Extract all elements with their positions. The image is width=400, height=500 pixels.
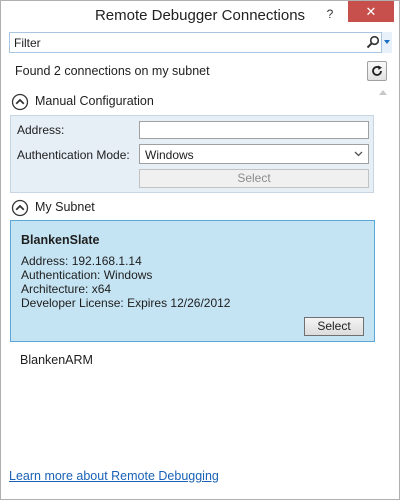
authentication-mode-select[interactable]: Windows	[139, 144, 369, 164]
manual-configuration-header[interactable]: Manual Configuration	[11, 92, 211, 112]
filter-input[interactable]	[10, 33, 360, 52]
authentication-mode-label: Authentication Mode:	[17, 148, 130, 162]
refresh-icon	[372, 65, 382, 76]
manual-select-button[interactable]: Select	[139, 169, 369, 188]
title-bar: Remote Debugger Connections ? ✕	[1, 1, 399, 31]
authentication-mode-value: Windows	[145, 148, 194, 162]
filter-dropdown-button[interactable]	[381, 32, 392, 53]
developer-license-label: Developer License:	[21, 296, 124, 310]
connection-name: BlankenSlate	[21, 233, 100, 247]
connection-address-line: Address: 192.168.1.14	[21, 254, 142, 268]
window-title: Remote Debugger Connections	[94, 7, 306, 24]
architecture-value: x64	[91, 282, 112, 296]
help-button[interactable]: ?	[321, 5, 339, 23]
remote-debugger-window: Remote Debugger Connections ? ✕ Found 2 …	[0, 0, 400, 500]
connection-card-selected[interactable]: BlankenSlate Address: 192.168.1.14 Authe…	[10, 220, 375, 342]
connection-architecture-line: Architecture: x64	[21, 282, 111, 296]
collapse-icon[interactable]	[11, 93, 29, 111]
close-button[interactable]: ✕	[348, 1, 394, 22]
collapse-icon[interactable]	[11, 199, 29, 217]
architecture-label: Architecture:	[21, 282, 89, 296]
connection-license-line: Developer License: Expires 12/26/2012	[21, 296, 230, 310]
authentication-label: Authentication:	[21, 268, 101, 282]
address-label: Address:	[21, 254, 69, 268]
address-value: 192.168.1.14	[71, 254, 142, 268]
my-subnet-label: My Subnet	[35, 200, 95, 214]
address-input[interactable]	[139, 121, 369, 139]
authentication-value: Windows	[103, 268, 153, 282]
learn-more-link[interactable]: Learn more about Remote Debugging	[9, 469, 219, 483]
manual-configuration-panel: Address: Authentication Mode: Windows Se…	[10, 115, 374, 193]
filter-bar	[9, 32, 392, 53]
manual-configuration-label: Manual Configuration	[35, 94, 154, 108]
connection-list-item[interactable]: BlankenARM	[10, 343, 375, 381]
connection-select-button[interactable]: Select	[304, 317, 364, 336]
search-icon[interactable]	[366, 35, 380, 49]
scroll-up-arrow[interactable]	[378, 89, 388, 97]
my-subnet-header[interactable]: My Subnet	[11, 198, 211, 218]
connection-auth-line: Authentication: Windows	[21, 268, 152, 282]
connections-found-text: Found 2 connections on my subnet	[15, 64, 210, 78]
refresh-button[interactable]	[367, 61, 387, 81]
developer-license-value: Expires 12/26/2012	[127, 296, 231, 310]
connection-name: BlankenARM	[20, 353, 93, 367]
address-label: Address:	[17, 123, 65, 137]
chevron-down-icon	[354, 151, 363, 157]
